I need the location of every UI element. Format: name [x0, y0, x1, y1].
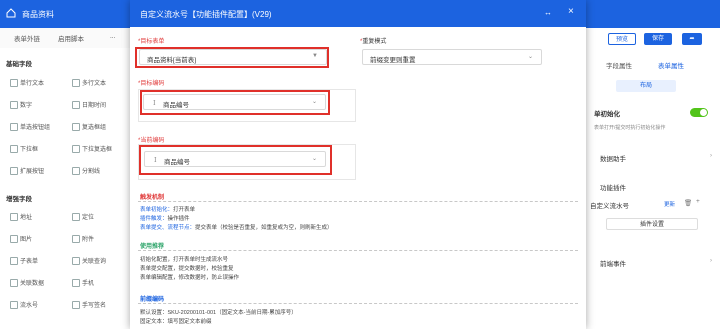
share-icon[interactable]: ➦ — [682, 33, 702, 45]
form-toolbar: 表单外链 启用脚本 ... — [0, 28, 130, 48]
field-address[interactable]: 地址 — [8, 212, 32, 221]
field-divider[interactable]: 分割线 — [70, 166, 100, 175]
highlight-box-current-code — [139, 145, 332, 175]
trigger-line-1: 表单初始化：打开表单 — [140, 207, 196, 213]
delete-icon[interactable]: 🗑 — [684, 199, 692, 207]
section-enhanced-fields: 增强字段 — [6, 196, 32, 203]
duplicate-mode-value: 前缀变更则重置 — [370, 57, 416, 64]
chevron-right-icon: › — [710, 258, 712, 264]
field-checkbox-group[interactable]: 复选框组 — [70, 122, 106, 131]
dialog-title: 自定义流水号【功能插件配置】(V29) — [140, 10, 272, 19]
save-button[interactable]: 保存 — [644, 33, 672, 45]
field-serial-number[interactable]: 流水号 — [8, 300, 38, 309]
duplicate-mode-select[interactable]: 前缀变更则重置 ⌄ — [362, 49, 542, 65]
plugin-component-item[interactable]: 功能插件 — [600, 182, 626, 192]
plugin-settings-button[interactable]: 插件设置 — [606, 218, 698, 230]
divider — [138, 250, 578, 251]
rule-line-2: 固定文本：填写固定文本前缀 — [140, 319, 212, 325]
field-radio-group[interactable]: 单选按钮组 — [8, 122, 50, 131]
usage-line-3: 表单编辑配置，修改数据时，防止误操作 — [140, 275, 240, 281]
init-toggle[interactable] — [690, 108, 708, 117]
field-phone[interactable]: 手机 — [70, 278, 94, 287]
plugin-config-dialog: 自定义流水号【功能插件配置】(V29) ↔ × 目标表单 商品资料[当前表] ▼… — [130, 0, 586, 329]
usage-line-1: 初始化配置，打开表单时生成流水号 — [140, 257, 229, 263]
field-datetime[interactable]: 日期时间 — [70, 100, 106, 109]
divider — [138, 303, 578, 304]
field-number[interactable]: 数字 — [8, 100, 32, 109]
dialog-body: 目标表单 商品资料[当前表] ▼ 重复模式 前缀变更则重置 ⌄ 目标编码 I 商… — [130, 27, 586, 329]
plugin-item-name: 自定义流水号 — [590, 203, 629, 210]
frontend-event-item[interactable]: 前端事件 — [600, 258, 626, 268]
tab-field-properties[interactable]: 字段属性 — [606, 60, 632, 70]
home-icon[interactable] — [6, 8, 16, 18]
field-multi-text[interactable]: 多行文本 — [70, 78, 106, 87]
usage-title: 使用推荐 — [140, 244, 165, 250]
field-dropdown[interactable]: 下拉框 — [8, 144, 38, 153]
data-helper-item[interactable]: 数据助手 — [600, 153, 626, 163]
toolbar-enable-script[interactable]: 启用脚本 — [58, 33, 84, 43]
rule-line-1: 默认设置：SKU-20200101-001（固定文本-当前日期-累加序号） — [140, 310, 297, 316]
target-form-label: 目标表单 — [138, 36, 164, 45]
properties-panel: 预览 保存 ➦ 字段属性 表单属性 布局 单初始化 表单打开/提交时执行初始化操… — [586, 0, 720, 329]
chevron-right-icon: › — [710, 153, 712, 159]
trigger-line-3: 表单提交、流程节点：提交表单（校验是否重复，如重复或为空，则刷新生成） — [140, 225, 333, 231]
init-description: 表单打开/提交时执行初始化操作 — [594, 125, 666, 131]
close-icon[interactable]: × — [568, 6, 574, 17]
field-palette: 基础字段 单行文本 多行文本 数字 日期时间 单选按钮组 复选框组 下拉框 下拉… — [0, 48, 130, 329]
toolbar-external-link[interactable]: 表单外链 — [14, 33, 40, 43]
preview-button[interactable]: 预览 — [608, 33, 636, 45]
tab-form-properties[interactable]: 表单属性 — [658, 60, 684, 70]
field-signature[interactable]: 手写签名 — [70, 300, 106, 309]
field-dropdown-multi[interactable]: 下拉复选框 — [70, 144, 112, 153]
dialog-header: 自定义流水号【功能插件配置】(V29) ↔ × — [130, 0, 586, 27]
field-location[interactable]: 定位 — [70, 212, 94, 221]
field-related-query[interactable]: 关联查询 — [70, 256, 106, 265]
highlight-box-target-form — [135, 47, 329, 68]
field-extend-button[interactable]: 扩展按钮 — [8, 166, 44, 175]
app-title: 商品资料 — [22, 10, 54, 19]
duplicate-mode-label: 重复模式 — [360, 36, 386, 45]
current-code-label: 当前编码 — [138, 135, 164, 144]
field-image[interactable]: 图片 — [8, 234, 32, 243]
field-attachment[interactable]: 附件 — [70, 234, 94, 243]
field-single-text[interactable]: 单行文本 — [8, 78, 44, 87]
plugin-update-link[interactable]: 更新 — [664, 200, 675, 208]
toolbar-more[interactable]: ... — [110, 33, 115, 40]
highlight-box-target-code — [140, 90, 330, 115]
field-subform[interactable]: 子表单 — [8, 256, 38, 265]
field-related-data[interactable]: 关联数据 — [8, 278, 44, 287]
layout-button[interactable]: 布局 — [616, 80, 676, 92]
properties-header — [586, 0, 720, 28]
rule-title: 前缀编码 — [140, 297, 165, 303]
target-code-label: 目标编码 — [138, 78, 164, 87]
chevron-down-icon: ⌄ — [527, 54, 533, 60]
usage-line-2: 表单提交配置，提交数据时，校验重复 — [140, 266, 234, 272]
trigger-line-2: 插件触发：操作插件 — [140, 216, 190, 222]
divider — [138, 201, 578, 202]
init-label: 单初始化 — [594, 111, 620, 118]
trigger-title: 触发机制 — [140, 195, 165, 201]
add-icon[interactable]: + — [696, 198, 700, 205]
section-basic-fields: 基础字段 — [6, 61, 32, 68]
expand-icon[interactable]: ↔ — [544, 8, 552, 17]
